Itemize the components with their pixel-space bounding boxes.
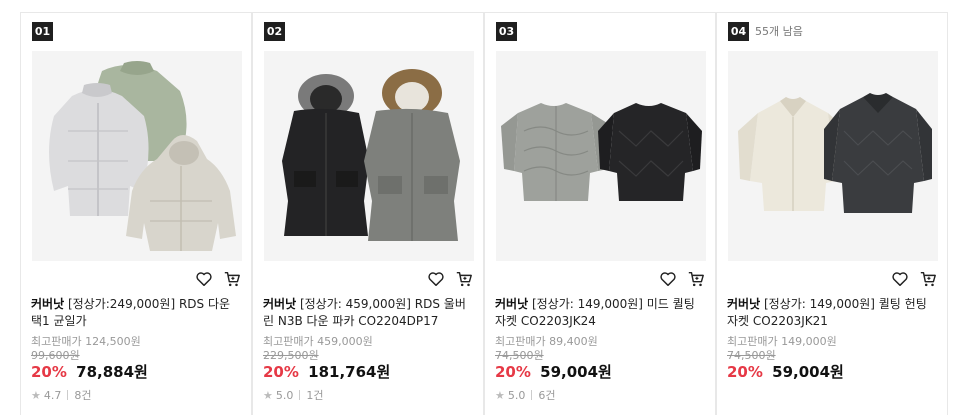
product-title[interactable]: 커버낫 [정상가: 149,000원] 퀼팅 헌팅 자켓 CO2203JK21: [727, 296, 939, 330]
rating-summary: ★ 5.0 1건: [263, 387, 324, 403]
brand-name: 커버낫: [263, 297, 297, 311]
hunting-jackets-image: [728, 51, 938, 261]
rating-value: 4.7: [43, 388, 62, 402]
card-actions: [891, 270, 937, 288]
parka-image: [264, 51, 474, 261]
card-actions: [427, 270, 473, 288]
review-count: 6건: [538, 389, 556, 402]
rank-badge: 04: [728, 22, 749, 41]
product-card[interactable]: 03 커버낫 [정상가: 149,000원] 미드 퀼팅 자켓 CO2203JK…: [484, 12, 716, 415]
heart-outline-icon[interactable]: [195, 270, 213, 288]
rating-value: 5.0: [507, 388, 526, 402]
divider: [67, 390, 69, 400]
product-card[interactable]: 02 커버낫 [정상가: 459,000원] RDS 울버린 N3B 다운 파카…: [252, 12, 484, 415]
sale-price: 181,764원: [308, 363, 391, 381]
divider: [531, 390, 533, 400]
review-count: 1건: [306, 389, 324, 402]
heart-outline-icon[interactable]: [891, 270, 909, 288]
card-actions: [195, 270, 241, 288]
rank-badge: 03: [496, 22, 517, 41]
product-image[interactable]: [32, 51, 242, 261]
rating-summary: ★ 4.7 8건: [31, 387, 92, 403]
product-card[interactable]: 04 55개 남음 커버낫 [정상가: 149,000원] 퀼팅 헌팅 자켓 C…: [716, 12, 948, 415]
cart-icon[interactable]: [455, 270, 473, 288]
review-count: 8건: [74, 389, 92, 402]
product-card[interactable]: 01 커버낫 [정상가:249,000원] RDS 다운 택1 균일가 최고판매…: [20, 12, 252, 415]
rating-value: 5.0: [275, 388, 294, 402]
price-line: 20% 181,764원: [263, 361, 390, 382]
cart-icon[interactable]: [919, 270, 937, 288]
star-icon: ★: [31, 388, 41, 402]
product-image[interactable]: [496, 51, 706, 261]
rank-badge: 01: [32, 22, 53, 41]
card-actions: [659, 270, 705, 288]
discount-rate: 20%: [727, 363, 763, 381]
price-line: 20% 59,004원: [727, 361, 844, 382]
discount-rate: 20%: [263, 363, 299, 381]
product-title[interactable]: 커버낫 [정상가: 459,000원] RDS 울버린 N3B 다운 파카 CO…: [263, 296, 475, 330]
price-line: 20% 78,884원: [31, 361, 148, 382]
divider: [299, 390, 301, 400]
stock-remaining: 55개 남음: [755, 25, 803, 38]
rating-summary: ★ 5.0 6건: [495, 387, 556, 403]
product-image[interactable]: [728, 51, 938, 261]
brand-name: 커버낫: [727, 297, 761, 311]
product-grid: 01 커버낫 [정상가:249,000원] RDS 다운 택1 균일가 최고판매…: [20, 12, 950, 415]
cart-icon[interactable]: [687, 270, 705, 288]
discount-rate: 20%: [31, 363, 67, 381]
sale-price: 78,884원: [76, 363, 148, 381]
discount-rate: 20%: [495, 363, 531, 381]
brand-name: 커버낫: [495, 297, 529, 311]
price-line: 20% 59,004원: [495, 361, 612, 382]
heart-outline-icon[interactable]: [659, 270, 677, 288]
star-icon: ★: [263, 388, 273, 402]
product-title[interactable]: 커버낫 [정상가:249,000원] RDS 다운 택1 균일가: [31, 296, 243, 330]
cart-icon[interactable]: [223, 270, 241, 288]
quilted-jackets-image: [496, 51, 706, 261]
heart-outline-icon[interactable]: [427, 270, 445, 288]
sale-price: 59,004원: [772, 363, 844, 381]
product-image[interactable]: [264, 51, 474, 261]
puffer-jackets-image: [32, 51, 242, 261]
star-icon: ★: [495, 388, 505, 402]
sale-price: 59,004원: [540, 363, 612, 381]
rank-badge: 02: [264, 22, 285, 41]
brand-name: 커버낫: [31, 297, 65, 311]
product-title[interactable]: 커버낫 [정상가: 149,000원] 미드 퀼팅 자켓 CO2203JK24: [495, 296, 707, 330]
